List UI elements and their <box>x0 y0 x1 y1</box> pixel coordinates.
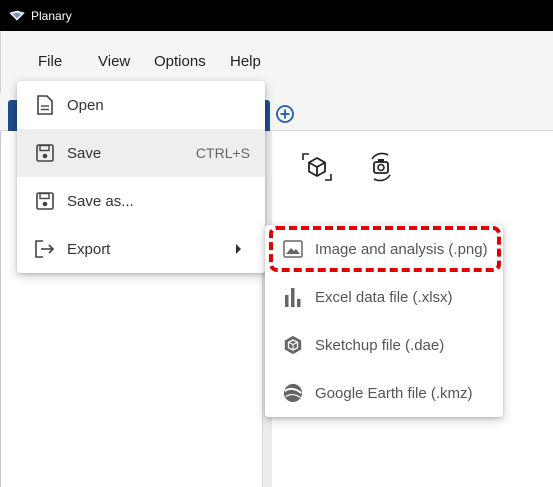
menu-help[interactable]: Help <box>230 53 261 70</box>
shortcut-label: CTRL+S <box>195 145 250 161</box>
floppy-disk-icon <box>35 143 55 163</box>
export-item-xlsx[interactable]: Excel data file (.xlsx) <box>265 273 503 321</box>
menu-item-label: Google Earth file (.kmz) <box>315 384 473 402</box>
menu-item-label: Save as... <box>67 192 134 210</box>
sketchup-icon <box>283 335 303 355</box>
menu-item-open[interactable]: Open <box>17 81 265 129</box>
title-bar: Planary <box>0 0 553 31</box>
rotate-camera-icon[interactable] <box>363 149 399 185</box>
menu-view[interactable]: View <box>98 53 130 70</box>
export-item-kmz[interactable]: Google Earth file (.kmz) <box>265 369 503 417</box>
menu-item-label: Export <box>67 240 111 258</box>
menu-item-label: Open <box>67 96 104 114</box>
window-title: Planary <box>31 8 72 23</box>
document-icon <box>35 95 55 115</box>
bar-chart-icon <box>283 287 303 307</box>
menu-item-save-as[interactable]: Save as... <box>17 177 265 225</box>
3d-view-icon[interactable] <box>299 149 335 185</box>
planary-logo-icon <box>9 8 25 24</box>
menu-options[interactable]: Options <box>154 53 206 70</box>
plus-circle-icon[interactable] <box>275 104 295 124</box>
menu-item-export[interactable]: Export <box>17 225 265 273</box>
export-arrow-icon <box>35 239 55 259</box>
menu-item-save[interactable]: Save CTRL+S <box>17 129 265 177</box>
menu-item-label: Excel data file (.xlsx) <box>315 288 453 306</box>
menu-item-label: Save <box>67 144 102 162</box>
export-item-dae[interactable]: Sketchup file (.dae) <box>265 321 503 369</box>
submenu-arrow-icon <box>236 244 241 254</box>
floppy-disk-icon <box>35 191 55 211</box>
file-menu: Open Save CTRL+S Save as... Export <box>17 81 265 273</box>
menu-file[interactable]: File <box>38 53 62 70</box>
menu-item-label: Sketchup file (.dae) <box>315 336 445 354</box>
globe-icon <box>283 383 303 403</box>
highlight-annotation <box>269 226 501 272</box>
